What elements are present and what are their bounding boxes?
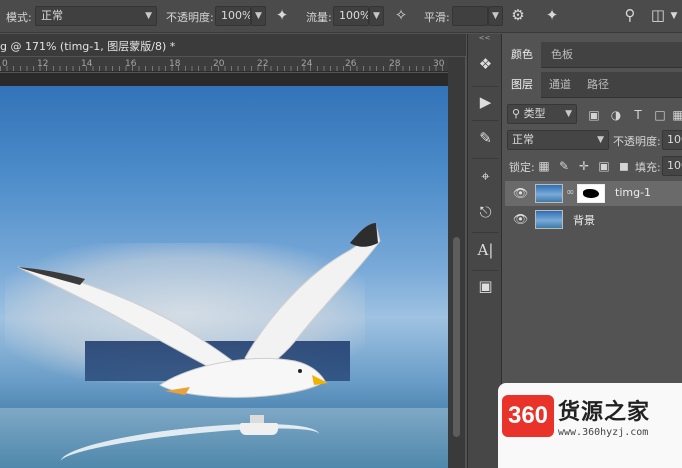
tool-separator [472,86,499,87]
eye-icon[interactable]: 👁 [513,186,528,200]
opacity-label: 不透明度: [166,11,214,24]
airbrush-icon[interactable]: ✧ [391,8,411,23]
mode-dropdown[interactable]: 正常 ▼ [35,6,157,26]
layer-opacity-value: 100% [667,133,682,146]
lock-artboard-icon[interactable]: ▣ [597,159,611,173]
puzzle-icon[interactable]: ❖ [473,52,498,77]
tab-paths[interactable]: 路径 [579,72,617,98]
opacity-value: 100% [221,9,251,22]
document-canvas[interactable] [0,73,448,468]
shape-filter-icon[interactable]: □ [653,108,667,122]
image-filter-icon[interactable]: ▣ [587,108,601,122]
blend-mode-value: 正常 [512,133,534,146]
eye-icon[interactable]: 👁 [513,212,528,226]
scrollbar-thumb[interactable] [453,237,460,437]
link-icon[interactable]: ∞ [566,187,574,198]
seagull-image [17,223,381,398]
gear-icon[interactable]: ⚙ [508,8,528,23]
chevron-down-icon: ▼ [597,135,604,145]
tool-separator [472,270,499,271]
layer-row-timg-1[interactable]: 👁 ∞ timg-1 [505,181,682,206]
lock-label: 锁定: [509,161,535,174]
layer-name: 背景 [573,214,595,227]
smoothing-label: 平滑: [424,11,450,24]
mode-label: 模式: [6,11,32,24]
options-bar: 模式: 正常 ▼ 不透明度: 100% ▼ ✦ 流量: 100% ▼ ✧ 平滑:… [0,0,682,33]
play-icon[interactable]: ▶ [473,90,498,115]
flow-input[interactable]: 100% [333,6,369,26]
lock-image-icon[interactable]: ✎ [557,159,571,173]
flow-value: 100% [339,9,369,22]
flow-dropdown-button[interactable]: ▼ [369,6,384,26]
tab-layers[interactable]: 图层 [503,72,541,98]
layer-thumbnail [535,210,563,229]
document-title: g @ 171% (timg-1, 图层蒙版/8) * [0,40,176,53]
collapse-arrows-icon[interactable]: << [468,34,501,42]
tab-color[interactable]: 颜色 [503,42,541,68]
adjustment-filter-icon[interactable]: ◑ [609,108,623,122]
chevron-down-icon: ▼ [145,11,152,21]
pressure-opacity-icon[interactable]: ✦ [272,8,292,23]
crop-icon[interactable]: ⌖ [473,164,498,189]
document-tab[interactable]: g @ 171% (timg-1, 图层蒙版/8) * [0,34,466,56]
tab-swatches[interactable]: 色板 [543,42,581,68]
fill-value: 100% [667,159,682,172]
layer-filter-value: 类型 [523,107,546,120]
tool-separator [472,158,499,159]
fill-input[interactable]: 100% [662,156,682,176]
lock-position-icon[interactable]: ✛ [577,159,591,173]
blend-mode-dropdown[interactable]: 正常 ▼ [507,130,609,150]
smart-object-filter-icon[interactable]: ▦ [671,108,682,122]
tool-separator [472,120,499,121]
layer-opacity-label: 不透明度: [613,135,661,148]
chevron-down-icon: ▼ [565,109,572,119]
layer-name: timg-1 [615,186,652,199]
watermark-name: 货源之家 [558,399,651,425]
lock-transparent-icon[interactable]: ▦ [537,159,551,173]
workspace-icon[interactable]: ◫ [648,8,668,23]
tool-separator [472,232,499,233]
panel-tool-strip: << ❖ ▶ ✎ ⌖ ⎋ A| ▣ [467,34,502,468]
horizontal-ruler: 0 12 14 16 18 20 22 24 26 28 30 [0,57,448,72]
vertical-scrollbar[interactable] [448,57,465,468]
pressure-size-icon[interactable]: ✦ [542,8,562,23]
tab-channels[interactable]: 通道 [541,72,579,98]
3d-cube-icon[interactable]: ▣ [473,274,498,299]
type-filter-icon[interactable]: T [631,108,645,122]
layer-opacity-input[interactable]: 100% [662,130,682,150]
opacity-dropdown-button[interactable]: ▼ [251,6,266,26]
layers-panel-tabs: 图层 通道 路径 [503,72,682,98]
smoothing-input[interactable] [452,6,488,26]
mode-value: 正常 [41,9,63,22]
lock-all-icon[interactable]: ◼ [617,159,631,173]
character-icon[interactable]: A| [473,238,498,263]
layer-thumbnail [535,184,563,203]
search-icon: ⚲ [512,107,521,120]
stamp-icon[interactable]: ⎋ [473,200,498,225]
chevron-down-icon[interactable]: ▼ [668,12,680,21]
layer-row-background[interactable]: 👁 背景 [505,207,682,232]
watermark: 360 货源之家 www.360hyzj.com [498,383,682,468]
fill-label: 填充: [635,161,661,174]
opacity-input[interactable]: 100% [215,6,251,26]
search-icon[interactable]: ⚲ [620,8,640,23]
watermark-logo: 360 [502,395,554,437]
layer-mask-thumbnail[interactable] [577,184,605,203]
flow-label: 流量: [306,11,332,24]
ruler-ticks [0,66,448,71]
color-panel-tabs: 颜色 色板 [503,42,682,68]
smoothing-dropdown-button[interactable]: ▼ [488,6,503,26]
watermark-url: www.360hyzj.com [558,427,649,438]
brush-settings-icon[interactable]: ✎ [473,126,498,151]
layer-filter-dropdown[interactable]: ⚲ 类型 ▼ [507,104,577,124]
